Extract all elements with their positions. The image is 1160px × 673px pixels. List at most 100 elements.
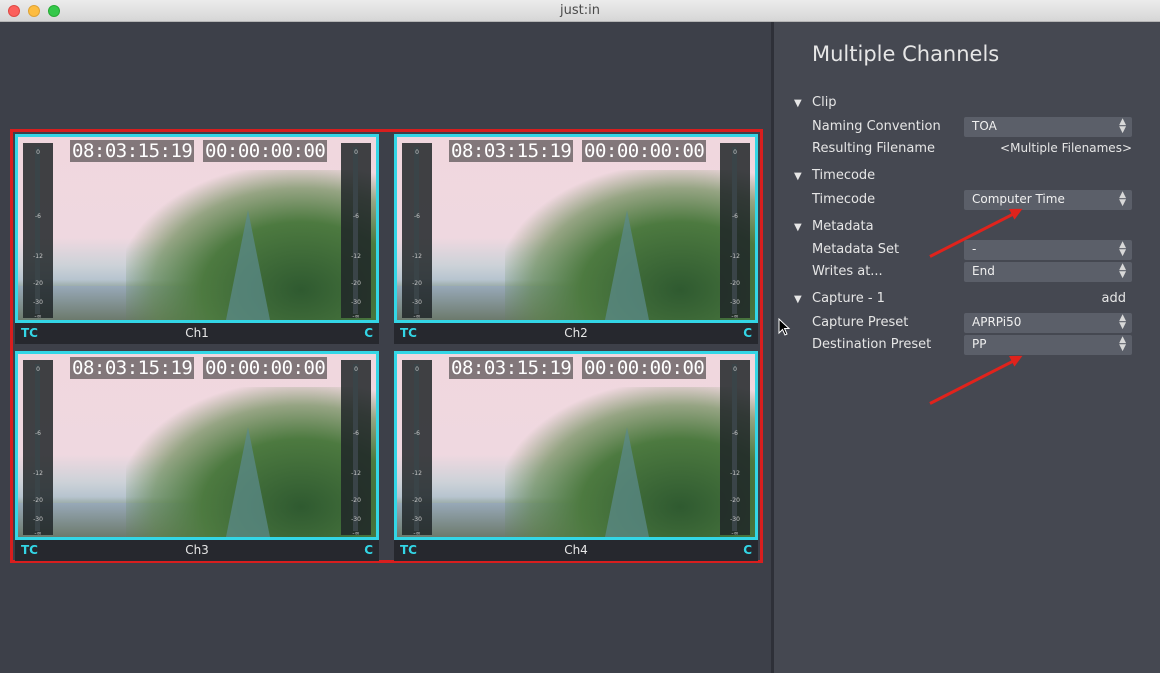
channel-name: Ch4: [564, 543, 588, 557]
section-clip-label: Clip: [812, 95, 837, 110]
meter-tick-label: -30: [33, 516, 43, 523]
meter-tick-label: -6: [35, 213, 41, 220]
timecode-select[interactable]: Computer Time ▲ ▼: [964, 190, 1132, 210]
section-metadata[interactable]: ▼ Metadata: [794, 219, 874, 234]
meter-tick-label: -12: [730, 253, 740, 260]
meter-tick-label: -∞: [413, 530, 421, 537]
meter-tick-label: -12: [730, 470, 740, 477]
channel-label-bar: TC Ch3 C: [15, 540, 379, 561]
section-metadata-label: Metadata: [812, 219, 874, 234]
timecode-display: 08:03:15:19: [70, 140, 195, 162]
meter-tick-label: -12: [33, 253, 43, 260]
audio-meter: 0 -6 -12 -20 -30 -∞: [402, 360, 432, 537]
channel-label-bar: TC Ch1 C: [15, 323, 379, 344]
audio-meter-bar: [414, 147, 419, 314]
audio-meter-bar: [414, 364, 419, 531]
disclosure-triangle-icon: ▼: [794, 294, 802, 305]
updown-chevron-icon: ▲ ▼: [1119, 190, 1126, 208]
meter-tick-label: -20: [351, 280, 361, 287]
video-tree: [605, 210, 649, 320]
video-preview[interactable]: 0 -6 -12 -20 -30 -∞ 0 -6 -12 -20 -30 -∞ 08:03:15:19…: [394, 351, 758, 540]
section-capture[interactable]: ▼ Capture - 1: [794, 291, 885, 306]
channel-tile[interactable]: 0 -6 -12 -20 -30 -∞ 0 -6 -12 -20 -30 -∞ 08:03:15:19…: [15, 351, 379, 561]
video-tree: [226, 427, 270, 537]
writes-at-label: Writes at...: [812, 264, 883, 279]
channel-tile[interactable]: 0 -6 -12 -20 -30 -∞ 0 -6 -12 -20 -30 -∞ 08:03:15:19…: [394, 134, 758, 344]
meter-tick-label: 0: [733, 366, 737, 373]
meter-tick-label: -∞: [731, 530, 739, 537]
audio-meter: 0 -6 -12 -20 -30 -∞: [720, 360, 750, 537]
meter-tick-label: -30: [730, 299, 740, 306]
meter-tick-label: -6: [35, 430, 41, 437]
meter-tick-label: -∞: [34, 530, 42, 537]
audio-meter: 0 -6 -12 -20 -30 -∞: [23, 360, 53, 537]
window-title: just:in: [560, 3, 600, 18]
meter-tick-label: -30: [351, 516, 361, 523]
audio-meter: 0 -6 -12 -20 -30 -∞: [341, 143, 371, 320]
resulting-filename-label: Resulting Filename: [812, 141, 936, 156]
meter-tick-label: -30: [351, 299, 361, 306]
meter-tick-label: -20: [412, 280, 422, 287]
meter-tick-label: -30: [412, 516, 422, 523]
metadata-set-select[interactable]: - ▲ ▼: [964, 240, 1132, 260]
meter-tick-label: -20: [730, 497, 740, 504]
timecode-label: Timecode: [812, 192, 876, 207]
destination-preset-select[interactable]: PP ▲ ▼: [964, 335, 1132, 355]
updown-chevron-icon: ▲ ▼: [1119, 240, 1126, 258]
duration-display: 00:00:00:00: [203, 140, 328, 162]
updown-chevron-icon: ▲ ▼: [1119, 335, 1126, 353]
c-flag: C: [364, 326, 373, 340]
updown-chevron-icon: ▲ ▼: [1119, 262, 1126, 280]
section-clip[interactable]: ▼ Clip: [794, 95, 837, 110]
video-preview[interactable]: 0 -6 -12 -20 -30 -∞ 0 -6 -12 -20 -30 -∞ 08:03:15:19…: [394, 134, 758, 323]
naming-convention-select[interactable]: TOA ▲ ▼: [964, 117, 1132, 137]
meter-tick-label: 0: [354, 149, 358, 156]
meter-tick-label: -20: [33, 497, 43, 504]
channel-tile[interactable]: 0 -6 -12 -20 -30 -∞ 0 -6 -12 -20 -30 -∞ 08:03:15:19…: [15, 134, 379, 344]
section-timecode[interactable]: ▼ Timecode: [794, 168, 875, 183]
meter-tick-label: -12: [351, 253, 361, 260]
naming-convention-value: TOA: [972, 119, 997, 133]
writes-at-value: End: [972, 264, 995, 278]
audio-meter: 0 -6 -12 -20 -30 -∞: [341, 360, 371, 537]
writes-at-select[interactable]: End ▲ ▼: [964, 262, 1132, 282]
naming-convention-label: Naming Convention: [812, 119, 941, 134]
audio-meter: 0 -6 -12 -20 -30 -∞: [402, 143, 432, 320]
metadata-set-label: Metadata Set: [812, 242, 900, 257]
channel-name: Ch2: [564, 326, 588, 340]
duration-display: 00:00:00:00: [203, 357, 328, 379]
meter-tick-label: -12: [33, 470, 43, 477]
meter-tick-label: -30: [33, 299, 43, 306]
updown-chevron-icon: ▲ ▼: [1119, 117, 1126, 135]
window-titlebar: just:in: [0, 0, 1160, 22]
video-tree: [605, 427, 649, 537]
capture-preset-select[interactable]: APRPi50 ▲ ▼: [964, 313, 1132, 333]
updown-chevron-icon: ▲ ▼: [1119, 313, 1126, 331]
timecode-display: 08:03:15:19: [449, 357, 574, 379]
video-preview[interactable]: 0 -6 -12 -20 -30 -∞ 0 -6 -12 -20 -30 -∞ 08:03:15:19…: [15, 351, 379, 540]
meter-tick-label: -6: [353, 430, 359, 437]
add-capture-button[interactable]: add: [1102, 291, 1126, 306]
duration-display: 00:00:00:00: [582, 140, 707, 162]
meter-tick-label: 0: [36, 366, 40, 373]
metadata-set-value: -: [972, 242, 977, 256]
duration-display: 00:00:00:00: [582, 357, 707, 379]
channel-label-bar: TC Ch2 C: [394, 323, 758, 344]
disclosure-triangle-icon: ▼: [794, 222, 802, 233]
destination-preset-label: Destination Preset: [812, 337, 932, 352]
meter-tick-label: -20: [412, 497, 422, 504]
meter-tick-label: -30: [730, 516, 740, 523]
timecode-display: 08:03:15:19: [70, 357, 195, 379]
channel-tile[interactable]: 0 -6 -12 -20 -30 -∞ 0 -6 -12 -20 -30 -∞ 08:03:15:19…: [394, 351, 758, 561]
video-preview[interactable]: 0 -6 -12 -20 -30 -∞ 0 -6 -12 -20 -30 -∞ 08:03:15:19…: [15, 134, 379, 323]
meter-tick-label: -20: [33, 280, 43, 287]
audio-meter: 0 -6 -12 -20 -30 -∞: [23, 143, 53, 320]
audio-meter-bar: [732, 364, 737, 531]
c-flag: C: [743, 543, 752, 557]
disclosure-triangle-icon: ▼: [794, 171, 802, 182]
meter-tick-label: -12: [412, 470, 422, 477]
audio-meter-bar: [35, 364, 40, 531]
meter-tick-label: 0: [733, 149, 737, 156]
meter-tick-label: -6: [414, 430, 420, 437]
video-tree: [226, 210, 270, 320]
